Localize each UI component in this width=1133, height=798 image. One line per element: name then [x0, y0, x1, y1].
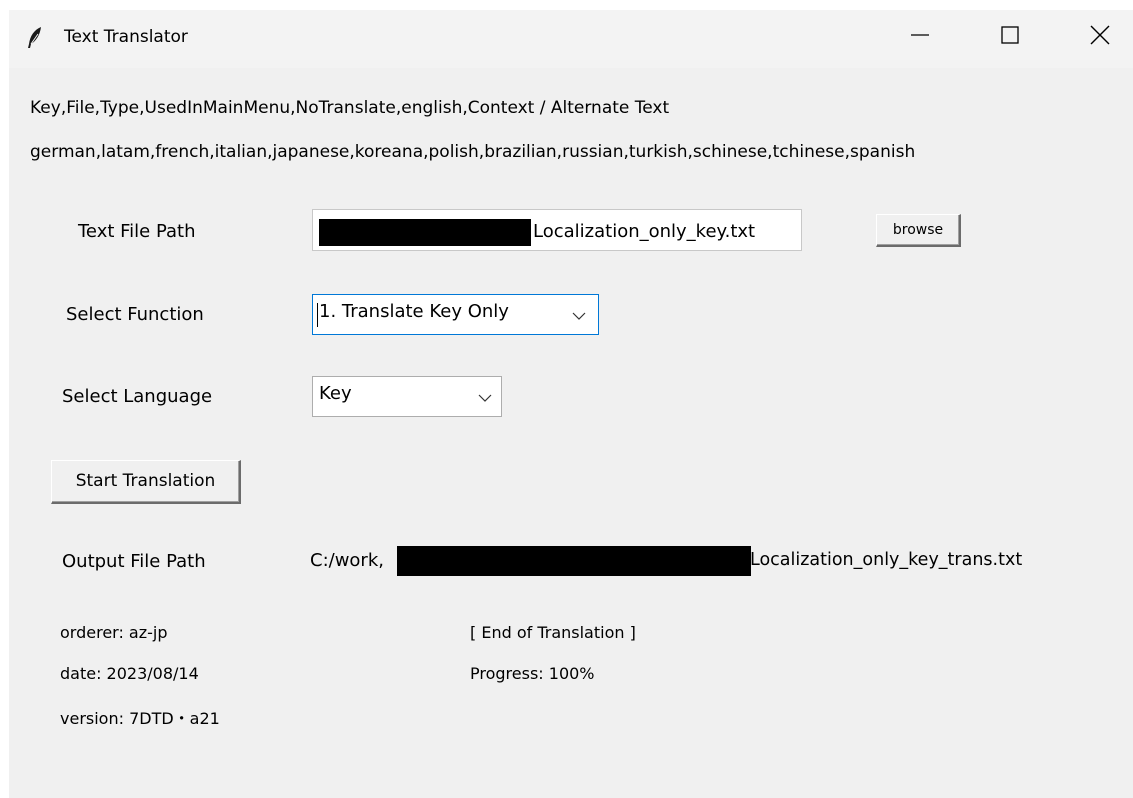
function-select[interactable]: 1. Translate Key Only	[312, 294, 599, 335]
close-button[interactable]	[1055, 10, 1133, 60]
maximize-button[interactable]	[965, 10, 1055, 60]
window-title: Text Translator	[64, 27, 188, 47]
chevron-down-icon	[571, 307, 587, 326]
feather-icon	[25, 26, 45, 50]
text-file-path-label: Text File Path	[78, 221, 196, 242]
text-file-path-input[interactable]: Localization_only_key.txt	[312, 209, 802, 251]
chevron-down-icon	[477, 389, 493, 408]
browse-button[interactable]: browse	[876, 214, 961, 247]
orderer-text: orderer: az-jp	[60, 623, 168, 642]
progress-text: Progress: 100%	[470, 664, 595, 683]
select-language-label: Select Language	[62, 386, 213, 407]
version-text: version: 7DTD・a21	[60, 709, 220, 728]
redacted-path	[319, 219, 531, 246]
text-cursor	[317, 303, 318, 327]
app-window: Text Translator Key,File,Type,UsedInMain…	[9, 10, 1133, 798]
language-select-value: Key	[319, 383, 352, 404]
minimize-button[interactable]	[875, 10, 965, 60]
output-path-prefix: C:/work,	[310, 550, 384, 571]
language-select[interactable]: Key	[312, 376, 502, 417]
redacted-output-path	[397, 546, 751, 576]
header-columns-line1: Key,File,Type,UsedInMainMenu,NoTranslate…	[30, 98, 670, 118]
header-columns-line2: german,latam,french,italian,japanese,kor…	[30, 142, 916, 162]
select-function-label: Select Function	[66, 304, 204, 325]
output-file-path-value: Localization_only_key_trans.txt	[750, 550, 1023, 570]
output-file-path-label: Output File Path	[62, 551, 206, 572]
status-message: [ End of Translation ]	[470, 623, 636, 642]
text-file-path-value: Localization_only_key.txt	[533, 221, 756, 242]
function-select-value: 1. Translate Key Only	[319, 301, 509, 322]
date-text: date: 2023/08/14	[60, 664, 199, 683]
title-bar[interactable]: Text Translator	[9, 10, 1133, 68]
start-translation-button[interactable]: Start Translation	[51, 460, 241, 504]
